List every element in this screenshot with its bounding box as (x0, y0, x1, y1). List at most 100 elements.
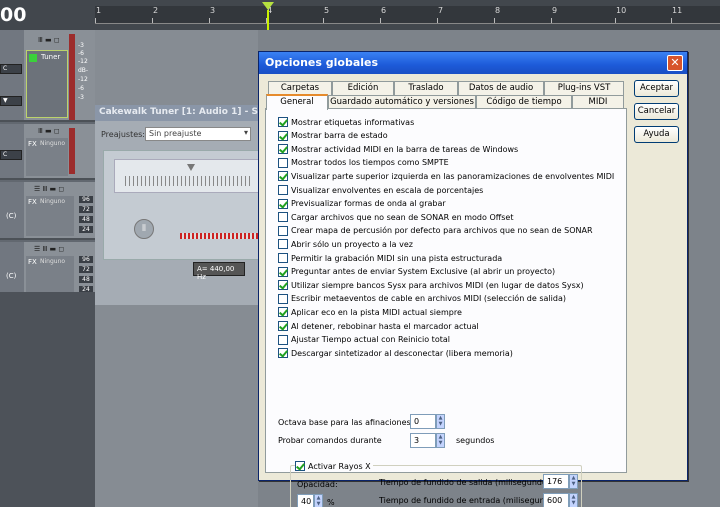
option-row[interactable]: Visualizar envolventes en escala de porc… (278, 184, 483, 196)
tab-edicion[interactable]: Edición (332, 81, 394, 95)
option-row[interactable]: Escribir metaeventos de cable en archivo… (278, 293, 566, 305)
xray-checkbox[interactable] (295, 461, 305, 471)
option-row[interactable]: Ajustar Tiempo actual con Reinicio total (278, 334, 450, 346)
dialog-title[interactable]: Opciones globales (259, 52, 687, 74)
tab-datos-audio[interactable]: Datos de audio (458, 81, 544, 95)
option-label[interactable]: Visualizar parte superior izquierda en l… (291, 172, 614, 181)
track-buttons-icon[interactable]: Ⅲ ▬ ◻ (38, 36, 60, 44)
option-checkbox[interactable] (278, 225, 288, 236)
fx-bin[interactable]: FX Ninguno (26, 196, 74, 236)
option-checkbox[interactable] (278, 280, 288, 291)
option-label[interactable]: Aplicar eco en la pista MIDI actual siem… (291, 308, 462, 317)
fade-out-stepper[interactable]: ▲ ▼ (569, 474, 578, 489)
fx-bin[interactable]: FX Ninguno (26, 138, 68, 176)
option-checkbox[interactable] (278, 198, 288, 209)
option-label[interactable]: Crear mapa de percusión por defecto para… (291, 226, 593, 235)
option-checkbox[interactable] (278, 253, 288, 263)
option-label[interactable]: Utilizar siempre bancos Sysx para archiv… (291, 281, 584, 290)
octave-input[interactable]: 0 (410, 414, 436, 429)
cancel-button[interactable]: Cancelar (634, 103, 679, 120)
option-label[interactable]: Mostrar actividad MIDI en la barra de ta… (291, 145, 518, 154)
option-row[interactable]: Mostrar todos los tiempos como SMPTE (278, 157, 449, 169)
option-row[interactable]: Mostrar actividad MIDI en la barra de ta… (278, 143, 518, 155)
option-checkbox[interactable] (278, 348, 288, 359)
pan-label[interactable]: (C) (6, 272, 16, 280)
option-label[interactable]: Previsualizar formas de onda al grabar (291, 199, 446, 208)
track-2[interactable]: C Ⅲ ▬ ◻ FX Ninguno (0, 124, 95, 180)
option-row[interactable]: Utilizar siempre bancos Sysx para archiv… (278, 279, 584, 291)
fx-enabled-icon[interactable] (29, 54, 37, 62)
option-label[interactable]: Ajustar Tiempo actual con Reinicio total (291, 335, 450, 344)
option-label[interactable]: Abrir sólo un proyecto a la vez (291, 240, 413, 249)
option-row[interactable]: Descargar sintetizador al desconectar (l… (278, 347, 513, 359)
track-1[interactable]: C ▼ Tuner Ⅲ ▬ ◻ -3 -6 -12 dB- -12 -6 -3 (0, 30, 95, 122)
now-marker-icon[interactable] (262, 2, 274, 10)
pan-control[interactable]: C (0, 64, 22, 74)
xray-checkbox-label[interactable]: Activar Rayos X (308, 462, 371, 471)
option-label[interactable]: Mostrar etiquetas informativas (291, 118, 414, 127)
tab-carpetas[interactable]: Carpetas (268, 81, 332, 95)
track-buttons-icon[interactable]: ☰ Ⅲ ▬ ◻ (34, 245, 64, 253)
option-label[interactable]: Cargar archivos que no sean de SONAR en … (291, 213, 513, 222)
accept-button[interactable]: Aceptar (634, 80, 679, 97)
track-buttons-icon[interactable]: Ⅲ ▬ ◻ (38, 127, 60, 135)
option-row[interactable]: Aplicar eco en la pista MIDI actual siem… (278, 306, 462, 318)
option-checkbox[interactable] (278, 239, 288, 250)
frequency-readout[interactable]: A= 440,00 Hz (193, 262, 245, 281)
option-row[interactable]: Cargar archivos que no sean de SONAR en … (278, 211, 513, 223)
option-checkbox[interactable] (278, 212, 288, 223)
option-row[interactable]: Mostrar barra de estado (278, 130, 388, 142)
option-row[interactable]: Permitir la grabación MIDI sin una pista… (278, 252, 502, 264)
track-buttons-icon[interactable]: ☰ Ⅲ ▬ ◻ (34, 185, 64, 193)
tab-traslado[interactable]: Traslado (394, 81, 458, 95)
option-checkbox[interactable] (278, 334, 288, 345)
octave-stepper[interactable]: ▲ ▼ (436, 414, 445, 429)
option-checkbox[interactable] (278, 117, 288, 127)
input-selector[interactable]: ▼ (0, 96, 22, 106)
track-3[interactable]: (C) ☰ Ⅲ ▬ ◻ FX Ninguno 96 72 48 24 (0, 182, 95, 240)
option-checkbox[interactable] (278, 157, 288, 168)
tab-guardado[interactable]: Guardado automático y versiones (328, 95, 476, 109)
tab-general[interactable]: General (266, 94, 328, 110)
fade-in-stepper[interactable]: ▲ ▼ (569, 493, 578, 507)
fx-plugin-label[interactable]: Tuner (41, 53, 60, 61)
opacity-stepper[interactable]: ▲ ▼ (314, 494, 323, 507)
option-row[interactable]: Al detener, rebobinar hasta el marcador … (278, 320, 479, 332)
fx-plugin-label[interactable]: Ninguno (40, 140, 65, 147)
option-label[interactable]: Al detener, rebobinar hasta el marcador … (291, 322, 479, 331)
pan-label[interactable]: (C) (6, 212, 16, 220)
option-row[interactable]: Crear mapa de percusión por defecto para… (278, 225, 593, 237)
option-checkbox[interactable] (278, 266, 288, 277)
option-label[interactable]: Descargar sintetizador al desconectar (l… (291, 349, 513, 358)
tab-codigo-tiempo[interactable]: Código de tiempo (476, 95, 572, 109)
fade-out-input[interactable]: 176 (543, 474, 569, 489)
fx-bin[interactable]: Tuner (26, 50, 68, 118)
option-checkbox[interactable] (278, 321, 288, 331)
tab-plugins-vst[interactable]: Plug-ins VST (544, 81, 624, 95)
probe-input[interactable]: 3 (410, 433, 436, 448)
tuner-title[interactable]: Cakewalk Tuner [1: Audio 1] - S (95, 105, 263, 121)
option-checkbox[interactable] (278, 185, 288, 195)
option-label[interactable]: Preguntar antes de enviar System Exclusi… (291, 267, 555, 276)
option-row[interactable]: Mostrar etiquetas informativas (278, 116, 414, 128)
option-label[interactable]: Permitir la grabación MIDI sin una pista… (291, 254, 502, 263)
close-icon[interactable]: ✕ (667, 55, 683, 71)
fx-plugin-label[interactable]: Ninguno (40, 258, 65, 265)
option-checkbox[interactable] (278, 307, 288, 318)
fx-plugin-label[interactable]: Ninguno (40, 198, 65, 205)
option-label[interactable]: Mostrar barra de estado (291, 131, 388, 140)
option-checkbox[interactable] (278, 144, 288, 155)
timecode-display[interactable]: 00 (0, 4, 26, 26)
pan-control[interactable]: C (0, 150, 22, 160)
option-row[interactable]: Previsualizar formas de onda al grabar (278, 198, 446, 210)
option-label[interactable]: Escribir metaeventos de cable en archivo… (291, 294, 566, 303)
option-row[interactable]: Abrir sólo un proyecto a la vez (278, 238, 413, 250)
tuner-plugin-window[interactable]: Cakewalk Tuner [1: Audio 1] - S Preajust… (95, 105, 263, 305)
tab-midi[interactable]: MIDI (572, 95, 624, 109)
fade-in-input[interactable]: 600 (543, 493, 569, 507)
help-button[interactable]: Ayuda (634, 126, 679, 143)
option-label[interactable]: Visualizar envolventes en escala de porc… (291, 186, 483, 195)
option-row[interactable]: Preguntar antes de enviar System Exclusi… (278, 266, 555, 278)
option-checkbox[interactable] (278, 130, 288, 141)
timeline-ruler[interactable]: 1 2 3 4 5 6 7 8 9 10 11 (95, 6, 720, 24)
